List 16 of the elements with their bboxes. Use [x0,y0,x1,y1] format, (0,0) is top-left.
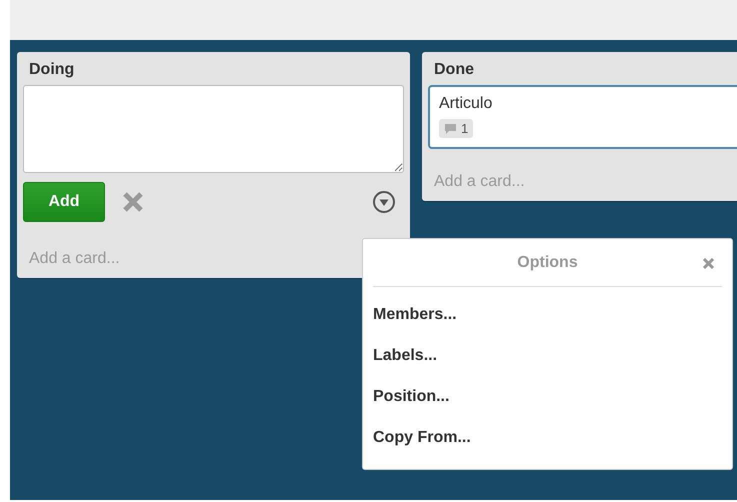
card[interactable]: Articulo 1 [428,85,737,149]
card-title: Articulo [439,95,492,113]
dropdown-icon[interactable] [372,190,396,214]
popover-title: Options [517,254,578,272]
card-input-field[interactable] [23,85,404,173]
list-title: Done [433,60,475,80]
close-icon[interactable] [122,191,144,213]
menu-item[interactable]: Position... [373,386,450,408]
close-icon[interactable] [703,258,714,269]
menu-item[interactable]: Members... [373,304,457,326]
speech-bubble-icon [444,122,457,134]
menu-item[interactable]: Labels... [373,345,438,367]
menu-item[interactable]: Copy From... [373,427,471,449]
add-button[interactable]: Add [23,182,105,222]
comment-count: 1 [461,121,468,136]
list-title: Doing [28,60,76,80]
